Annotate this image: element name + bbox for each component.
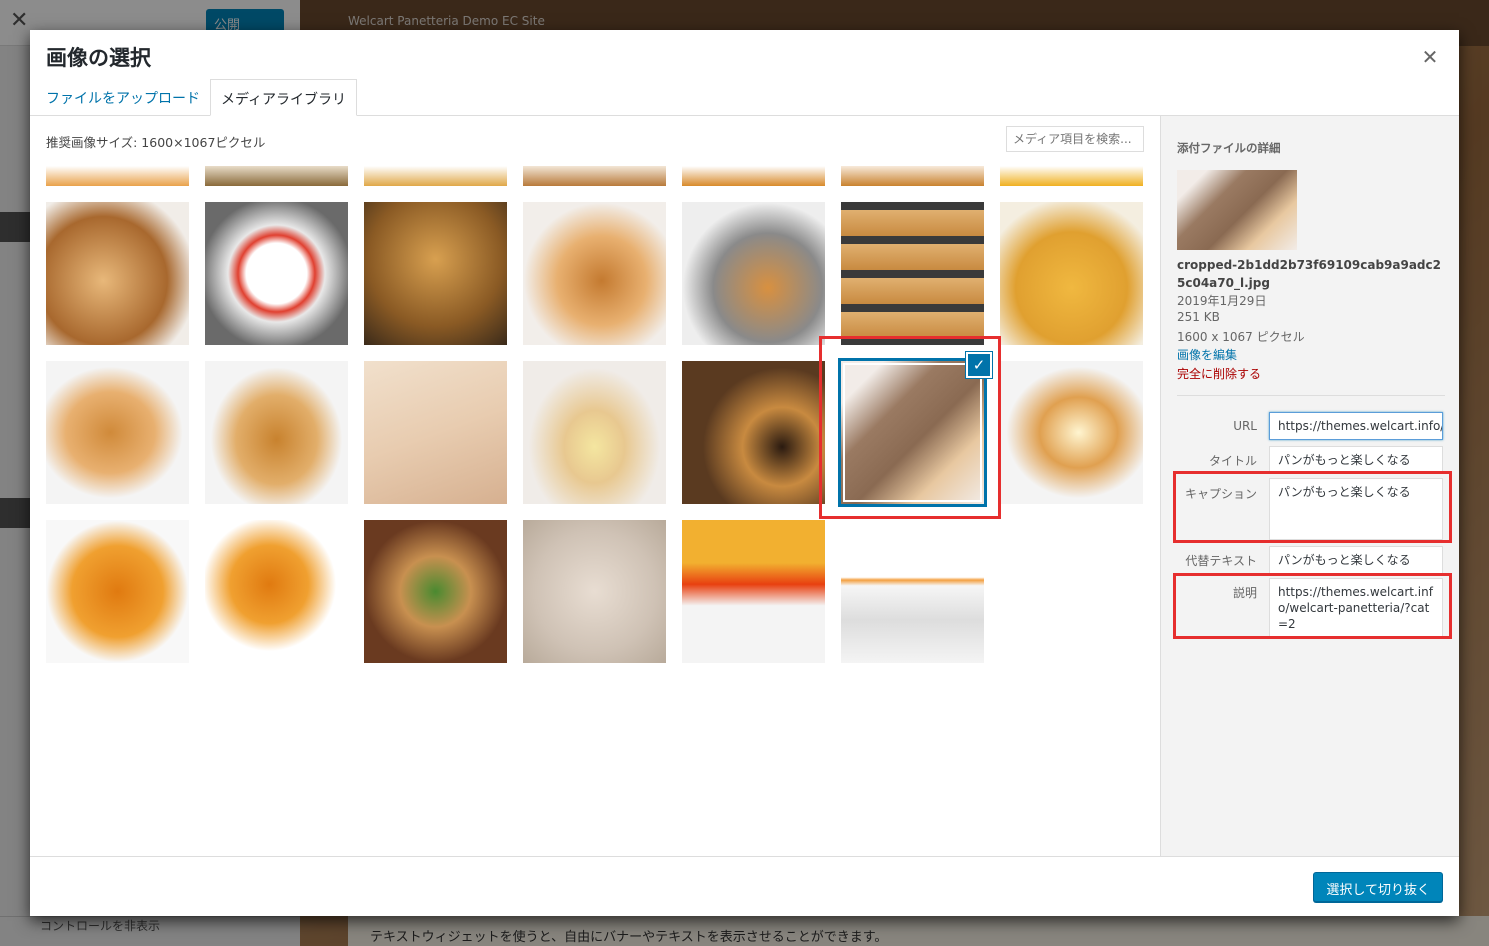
attachment-thumb[interactable] — [1000, 202, 1143, 345]
modal-title: 画像の選択 — [46, 46, 151, 70]
attachment-thumb[interactable] — [364, 520, 507, 663]
attachment-thumb[interactable] — [205, 520, 348, 663]
recommended-size-label: 推奨画像サイズ: 1600×1067ピクセル — [46, 135, 266, 150]
attachment-thumb[interactable] — [523, 202, 666, 345]
attachment-thumb[interactable] — [364, 166, 507, 186]
title-field[interactable]: パンがもっと楽しくなる — [1269, 446, 1443, 474]
media-search-input[interactable] — [1006, 126, 1144, 152]
annotation-highlight-selected — [819, 336, 1001, 519]
media-modal: 画像の選択 ✕ ファイルをアップロード メディアライブラリ 推奨画像サイズ: 1… — [30, 30, 1459, 916]
close-icon[interactable]: ✕ — [1417, 44, 1443, 70]
attachment-thumb[interactable] — [364, 361, 507, 504]
attachment-thumb[interactable] — [1000, 166, 1143, 186]
attachment-thumb[interactable] — [523, 520, 666, 663]
attachment-thumb[interactable] — [682, 520, 825, 663]
attachment-thumb[interactable] — [682, 361, 825, 504]
annotation-highlight-description — [1173, 573, 1452, 639]
attachment-thumb[interactable] — [46, 202, 189, 345]
attachment-thumb[interactable] — [841, 520, 984, 663]
attachment-grid — [46, 166, 1158, 885]
tab-upload-files[interactable]: ファイルをアップロード — [36, 79, 210, 116]
attachment-thumb[interactable] — [364, 202, 507, 345]
attachment-filename: cropped-2b1dd2b73f69109cab9a9adc25c04a70… — [1177, 258, 1441, 290]
attachment-thumb[interactable] — [841, 202, 984, 345]
attachment-dimensions: 1600 x 1067 ピクセル — [1177, 330, 1305, 344]
alt-text-field[interactable]: パンがもっと楽しくなる — [1269, 546, 1443, 574]
attachment-thumb[interactable] — [205, 166, 348, 186]
select-and-crop-button[interactable]: 選択して切り抜く — [1313, 872, 1443, 902]
delete-permanently-link[interactable]: 完全に削除する — [1177, 365, 1261, 382]
annotation-highlight-caption — [1173, 471, 1452, 543]
attachment-thumb[interactable] — [523, 361, 666, 504]
attachment-thumb[interactable] — [841, 166, 984, 186]
attachment-thumb[interactable] — [523, 166, 666, 186]
attachment-preview — [1177, 170, 1297, 250]
attachment-filesize: 251 KB — [1177, 310, 1220, 324]
modal-footer: 選択して切り抜く — [30, 856, 1459, 916]
attachment-thumb[interactable] — [682, 202, 825, 345]
tab-media-library[interactable]: メディアライブラリ — [210, 79, 358, 116]
modal-tabs: ファイルをアップロード メディアライブラリ — [30, 78, 1459, 116]
attachment-date: 2019年1月29日 — [1177, 294, 1267, 308]
title-label: タイトル — [1208, 454, 1257, 468]
divider — [1177, 395, 1445, 396]
attachment-thumb[interactable] — [46, 361, 189, 504]
attachment-thumb[interactable] — [205, 202, 348, 345]
attachment-thumb[interactable] — [205, 361, 348, 504]
attachment-details-heading: 添付ファイルの詳細 — [1177, 141, 1281, 155]
edit-image-link[interactable]: 画像を編集 — [1177, 346, 1237, 363]
attachment-thumb[interactable] — [46, 520, 189, 663]
attachment-thumb[interactable] — [46, 166, 189, 186]
url-field[interactable]: https://themes.welcart.info/ — [1269, 412, 1443, 440]
attachment-thumb[interactable] — [682, 166, 825, 186]
url-label: URL — [1233, 419, 1257, 433]
attachment-thumb[interactable] — [1000, 361, 1143, 504]
alt-text-label: 代替テキスト — [1185, 554, 1257, 568]
